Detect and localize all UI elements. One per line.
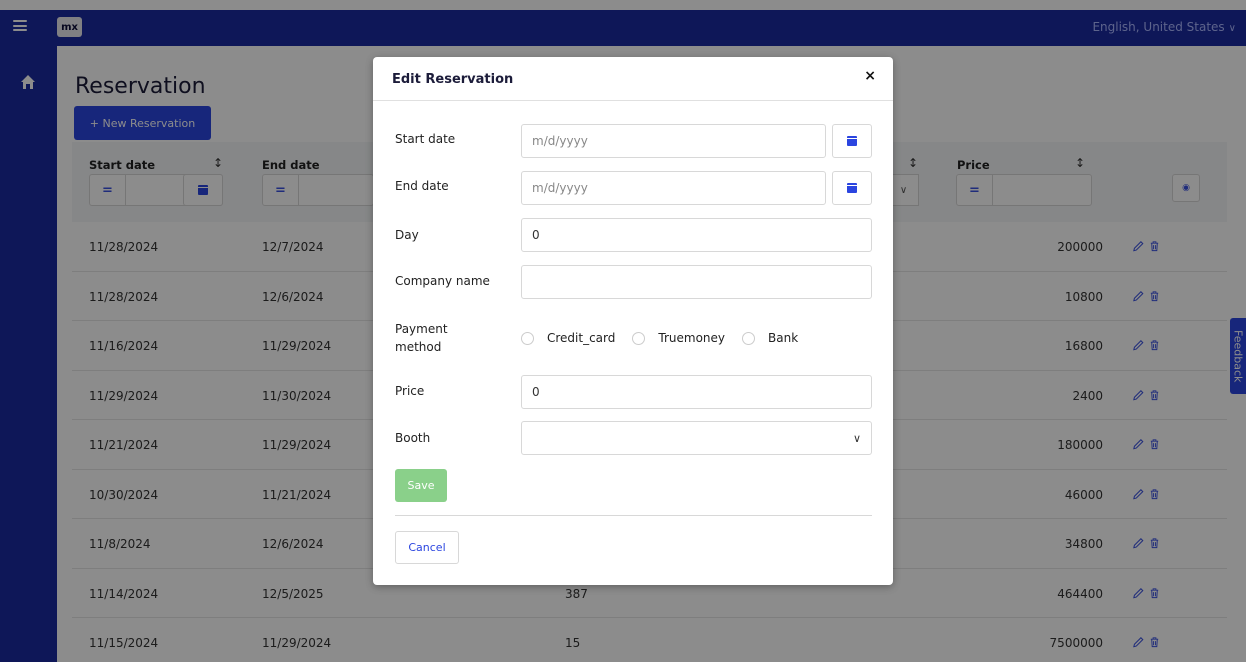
calendar-icon[interactable] [832, 171, 872, 205]
divider [395, 515, 872, 516]
radio-label-credit-card: Credit_card [547, 331, 616, 345]
price-label: Price [395, 384, 425, 398]
radio-truemoney[interactable] [632, 331, 646, 345]
radio-bank[interactable] [742, 331, 755, 345]
company-name-input[interactable] [521, 265, 872, 299]
save-button[interactable]: Save [395, 469, 447, 502]
payment-method-radio-group: Credit_card Truemoney Bank [521, 331, 815, 345]
day-label: Day [395, 228, 419, 242]
chevron-down-icon: ∨ [852, 432, 861, 445]
payment-method-label: Payment method [395, 322, 448, 354]
calendar-icon[interactable] [832, 124, 872, 158]
close-icon[interactable]: × [864, 68, 876, 84]
booth-label: Booth [395, 431, 431, 445]
end-date-input[interactable]: m/d/yyyy [521, 171, 826, 205]
radio-label-truemoney: Truemoney [658, 331, 725, 345]
start-date-label: Start date [395, 132, 456, 146]
radio-credit-card[interactable] [521, 331, 534, 345]
end-date-label: End date [395, 179, 449, 193]
price-input[interactable]: 0 [521, 375, 872, 409]
company-name-label: Company name [395, 274, 490, 288]
day-input[interactable]: 0 [521, 218, 872, 252]
dialog-title: Edit Reservation [392, 72, 514, 87]
start-date-input[interactable]: m/d/yyyy [521, 124, 826, 158]
dialog-header: Edit Reservation × [373, 57, 893, 101]
cancel-button[interactable]: Cancel [395, 531, 459, 564]
edit-reservation-dialog: Edit Reservation × Start date m/d/yyyy E… [373, 57, 893, 585]
radio-label-bank: Bank [768, 331, 799, 345]
booth-select[interactable]: ∨ [521, 421, 872, 455]
